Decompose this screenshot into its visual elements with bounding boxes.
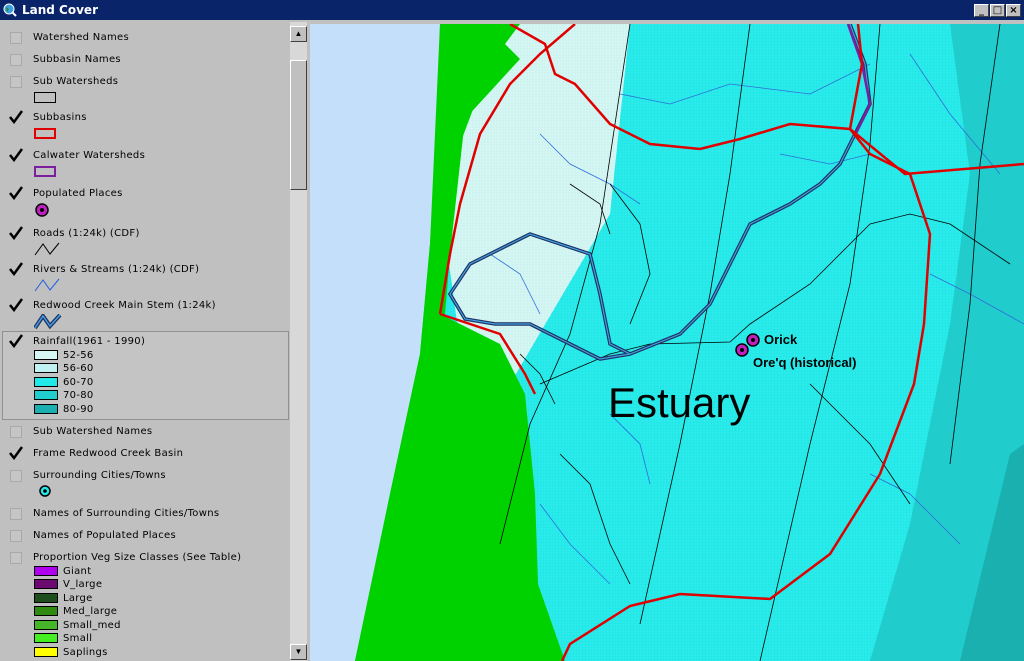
calwater-symbol — [34, 166, 56, 177]
rainfall-swatch — [34, 390, 58, 400]
scroll-thumb[interactable] — [290, 60, 307, 190]
checkmark-icon[interactable] — [8, 334, 24, 348]
veg-swatch — [34, 647, 58, 657]
veg-swatch — [34, 566, 58, 576]
checkmark-icon[interactable] — [8, 110, 24, 124]
veg-class-label: Small — [63, 633, 93, 644]
place-label-oreq: Ore'q (historical) — [753, 355, 857, 370]
close-button[interactable]: × — [1006, 4, 1021, 17]
rainfall-swatch — [34, 404, 58, 414]
layer-checkbox[interactable] — [10, 508, 22, 520]
veg-swatch — [34, 606, 58, 616]
subbasins-symbol — [34, 128, 56, 139]
layer-checkbox[interactable] — [10, 32, 22, 44]
layer-label: Sub Watersheds — [33, 76, 119, 87]
veg-class-label: V_large — [63, 579, 103, 590]
scroll-down-button[interactable]: ▼ — [290, 644, 307, 660]
checkmark-icon[interactable] — [8, 298, 24, 312]
layer-label: Watershed Names — [33, 32, 129, 43]
veg-class-label: Giant — [63, 566, 92, 577]
layer-label: Roads (1:24k) (CDF) — [33, 228, 140, 239]
veg-class-label: Small_med — [63, 620, 121, 631]
layer-label: Redwood Creek Main Stem (1:24k) — [33, 300, 216, 311]
checkmark-icon[interactable] — [8, 262, 24, 276]
veg-swatch — [34, 593, 58, 603]
sub-watersheds-symbol — [34, 92, 56, 103]
layer-label: Names of Populated Places — [33, 530, 176, 541]
layer-checkbox[interactable] — [10, 530, 22, 542]
rainfall-class-label: 70-80 — [63, 390, 94, 401]
legend-scrollbar[interactable]: ▲ ▼ — [290, 22, 307, 661]
scroll-up-button[interactable]: ▲ — [290, 26, 307, 42]
veg-class-label: Saplings — [63, 647, 108, 658]
veg-swatch — [34, 620, 58, 630]
maximize-button[interactable]: □ — [990, 4, 1005, 17]
layer-label: Subbasins — [33, 112, 87, 123]
layer-label: Rainfall(1961 - 1990) — [33, 336, 146, 347]
populated-place-symbol-icon — [35, 203, 49, 217]
veg-class-label: Large — [63, 593, 93, 604]
rainfall-class-label: 56-60 — [63, 363, 94, 374]
veg-class-label: Med_large — [63, 606, 118, 617]
place-label-orick: Orick — [764, 332, 798, 347]
checkmark-icon[interactable] — [8, 186, 24, 200]
region-label-estuary: Estuary — [608, 379, 750, 426]
map-view-frame: Estuary Orick Ore'q (historical) — [307, 22, 1024, 661]
layer-label: Names of Surrounding Cities/Towns — [33, 508, 220, 519]
layer-label: Sub Watershed Names — [33, 426, 153, 437]
rainfall-class-label: 80-90 — [63, 404, 94, 415]
layer-checkbox[interactable] — [10, 552, 22, 564]
rainfall-swatch — [34, 350, 58, 360]
minimize-button[interactable]: _ — [974, 4, 989, 17]
place-orick[interactable]: Orick — [746, 332, 798, 347]
layer-checkbox[interactable] — [10, 54, 22, 66]
layer-checkbox[interactable] — [10, 76, 22, 88]
layer-label: Calwater Watersheds — [33, 150, 146, 161]
populated-place-center-icon — [751, 338, 755, 342]
layer-label: Frame Redwood Creek Basin — [33, 448, 184, 459]
map-canvas[interactable]: Estuary Orick Ore'q (historical) — [310, 24, 1024, 661]
window-title: Land Cover — [22, 3, 98, 17]
app-globe-icon — [3, 3, 17, 17]
rainfall-swatch — [34, 363, 58, 373]
veg-swatch — [34, 579, 58, 589]
rainfall-swatch — [34, 377, 58, 387]
checkmark-icon[interactable] — [8, 226, 24, 240]
window-titlebar: Land Cover _ □ × — [0, 0, 1024, 22]
checkmark-icon[interactable] — [8, 148, 24, 162]
populated-place-center-icon — [740, 348, 744, 352]
layer-checkbox[interactable] — [10, 426, 22, 438]
layer-checkbox[interactable] — [10, 470, 22, 482]
layer-label: Populated Places — [33, 188, 123, 199]
rainfall-class-label: 52-56 — [63, 350, 94, 361]
city-symbol-icon — [39, 485, 51, 497]
rainfall-class-label: 60-70 — [63, 377, 94, 388]
layer-label: Proportion Veg Size Classes (See Table) — [33, 552, 242, 563]
river-line-symbol-icon — [34, 278, 60, 292]
veg-swatch — [34, 633, 58, 643]
layer-legend-panel: Watershed Names Subbasin Names Sub Water… — [0, 22, 290, 661]
main-stem-line-symbol-icon — [34, 314, 62, 330]
checkmark-icon[interactable] — [8, 446, 24, 460]
layer-label: Subbasin Names — [33, 54, 121, 65]
layer-label: Rivers & Streams (1:24k) (CDF) — [33, 264, 200, 275]
road-line-symbol-icon — [34, 242, 60, 256]
layer-label: Surrounding Cities/Towns — [33, 470, 166, 481]
